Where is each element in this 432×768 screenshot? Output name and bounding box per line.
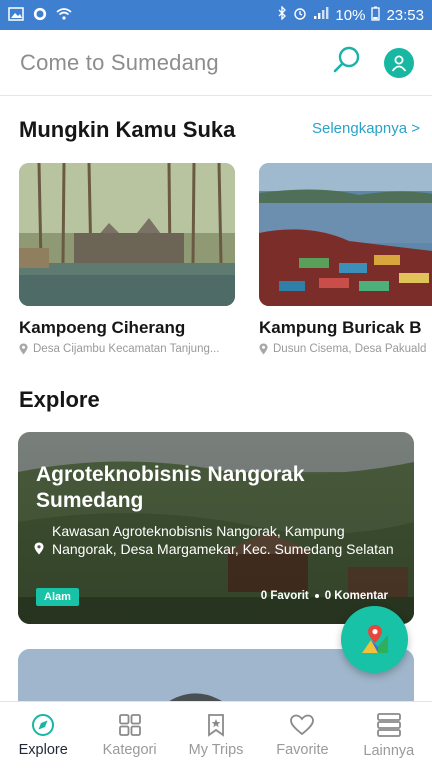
app-notification-icon — [32, 7, 48, 24]
nav-my-trips[interactable]: My Trips — [173, 702, 259, 768]
explore-title: Agroteknobisnis Nangorak Sumedang — [36, 463, 305, 512]
compass-icon — [32, 713, 55, 736]
signal-icon — [313, 6, 329, 24]
place-location: Desa Cijambu Kecamatan Tanjung... — [19, 343, 235, 355]
place-card[interactable]: Kampoeng Ciherang Desa Cijambu Kecamatan… — [19, 163, 235, 355]
status-bar: 10% 23:53 — [0, 0, 432, 30]
clock: 23:53 — [386, 6, 424, 24]
nav-favorite[interactable]: Favorite — [259, 702, 345, 768]
gallery-icon — [8, 6, 24, 24]
place-card[interactable]: Kampung Buricak B Dusun Cisema, Desa Pak… — [259, 163, 432, 355]
section-title-recommend: Mungkin Kamu Suka — [19, 117, 236, 142]
grid-icon — [118, 713, 141, 736]
map-fab-button[interactable] — [341, 606, 408, 673]
place-image — [19, 163, 235, 306]
place-image — [259, 163, 432, 306]
explore-card[interactable]: Agroteknobisnis Nangorak Sumedang Kawasa… — [18, 432, 414, 624]
nav-explore[interactable]: Explore — [0, 702, 86, 768]
nav-kategori[interactable]: Kategori — [86, 702, 172, 768]
battery-icon — [371, 6, 381, 25]
bottom-navigation: Explore Kategori My Trips Favorite Lainn… — [0, 701, 432, 768]
app-bar: Come to Sumedang — [0, 30, 432, 96]
profile-button[interactable] — [384, 47, 414, 78]
location-pin-icon — [19, 343, 28, 355]
page-title: Come to Sumedang — [20, 49, 219, 75]
place-location: Dusun Cisema, Desa Pakuald — [259, 343, 432, 355]
menu-icon — [376, 712, 401, 737]
explore-stats: 0 Favorit 0 Komentar — [261, 590, 388, 602]
comment-count: 0 Komentar — [324, 590, 388, 602]
alarm-icon — [293, 6, 307, 24]
nav-lainnya[interactable]: Lainnya — [346, 702, 432, 768]
explore-address: Kawasan Agroteknobisnis Nangorak, Kampun… — [34, 522, 394, 558]
bookmark-icon — [208, 713, 224, 737]
category-badge: Alam — [36, 588, 79, 606]
search-icon[interactable] — [332, 45, 362, 80]
battery-level: 10% — [335, 6, 366, 24]
location-pin-icon — [34, 542, 44, 555]
bluetooth-icon — [277, 5, 287, 24]
section-title-explore: Explore — [19, 387, 100, 412]
place-name: Kampung Buricak B — [259, 318, 422, 337]
wifi-icon — [56, 7, 72, 24]
see-more-link[interactable]: Selengkapnya > — [312, 120, 420, 137]
place-name: Kampoeng Ciherang — [19, 318, 186, 337]
map-icon — [361, 624, 388, 653]
favorite-count: 0 Favorit — [260, 590, 309, 602]
user-icon — [391, 55, 407, 72]
location-pin-icon — [259, 343, 268, 355]
heart-icon — [290, 714, 315, 735]
